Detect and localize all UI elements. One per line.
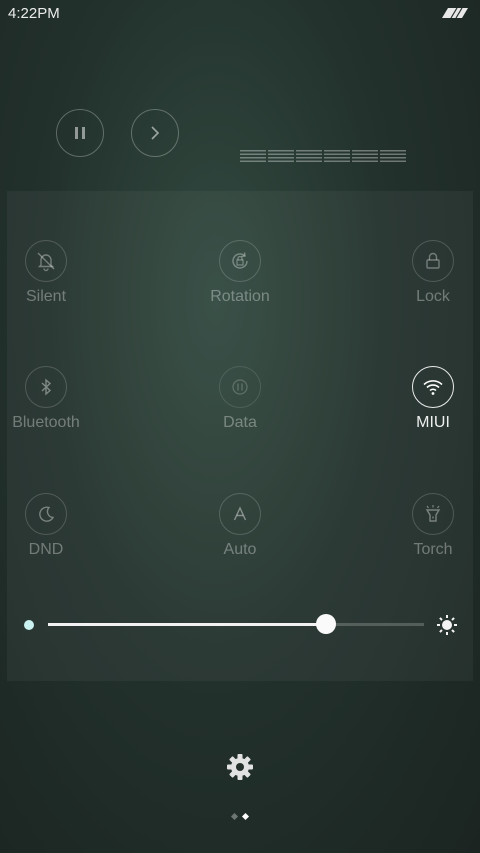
dim-icon — [24, 620, 34, 630]
flashlight-icon — [425, 505, 441, 522]
status-time: 4:22PM — [8, 5, 60, 22]
sun-icon — [437, 615, 457, 635]
tile-lock[interactable]: Lock — [385, 240, 480, 340]
tile-wifi[interactable]: MIUI — [385, 366, 480, 466]
bluetooth-icon — [41, 378, 52, 396]
tile-label: Data — [223, 414, 257, 431]
page-indicator — [230, 812, 250, 821]
brightness-fill — [48, 623, 327, 626]
tile-label: Bluetooth — [12, 414, 80, 431]
next-button[interactable] — [131, 109, 179, 157]
tile-data[interactable]: Data — [192, 366, 288, 466]
auto-brightness-icon — [233, 506, 247, 521]
tile-silent[interactable]: Silent — [0, 240, 94, 340]
tile-label: Auto — [223, 541, 257, 558]
tile-auto-brightness[interactable]: Auto — [192, 493, 288, 593]
tile-label: MIUI — [416, 414, 450, 431]
tile-dnd[interactable]: DND — [0, 493, 94, 593]
gear-icon[interactable] — [225, 752, 255, 782]
tile-label: DND — [28, 541, 64, 558]
page-dot-active — [241, 812, 250, 821]
equalizer-icon — [240, 150, 406, 162]
page-dot — [230, 812, 239, 821]
bell-off-icon — [37, 252, 55, 272]
tile-torch[interactable]: Torch — [385, 493, 480, 593]
tile-label: Torch — [413, 541, 453, 558]
pause-icon — [75, 127, 85, 139]
pause-button[interactable] — [56, 109, 104, 157]
tile-rotation[interactable]: Rotation — [192, 240, 288, 340]
chevron-right-icon — [151, 126, 160, 140]
tile-label: Rotation — [210, 288, 270, 305]
data-icon — [232, 379, 248, 395]
signal-icon — [442, 8, 468, 18]
moon-icon — [39, 506, 55, 522]
tile-bluetooth[interactable]: Bluetooth — [0, 366, 94, 466]
wifi-icon — [423, 380, 443, 395]
brightness-slider[interactable] — [48, 614, 424, 634]
rotation-lock-icon — [232, 252, 248, 269]
lock-icon — [426, 252, 440, 269]
tile-label: Lock — [416, 288, 450, 305]
tile-label: Silent — [25, 288, 67, 305]
